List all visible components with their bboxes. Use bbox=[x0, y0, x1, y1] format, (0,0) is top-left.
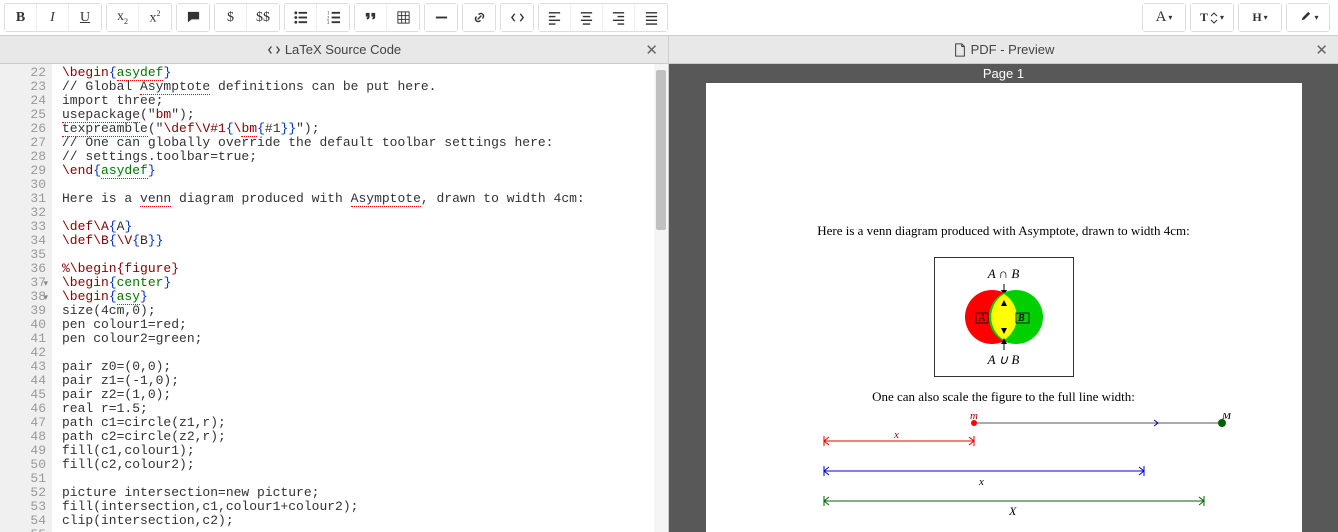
align-right-button[interactable] bbox=[603, 4, 635, 31]
align-left-icon bbox=[547, 10, 562, 25]
svg-text:B: B bbox=[1017, 313, 1025, 324]
svg-text:3: 3 bbox=[326, 21, 329, 25]
line-gutter: 22232425262728293031323334353637▾38▾3940… bbox=[0, 64, 52, 532]
venn-bottom-label: A ∪ B bbox=[935, 352, 1073, 368]
quote-button[interactable] bbox=[355, 4, 387, 31]
line-diagram-svg: m M x bbox=[774, 413, 1234, 523]
venn-figure: A ∩ B A B bbox=[934, 257, 1074, 377]
svg-text:m: m bbox=[970, 413, 978, 422]
align-center-icon bbox=[579, 10, 594, 25]
editor-scrollbar[interactable] bbox=[654, 64, 668, 532]
line-diagram: m M x bbox=[774, 413, 1234, 532]
italic-button[interactable]: I bbox=[37, 4, 69, 31]
code-content[interactable]: \begin{asydef}// Global Asymptote defini… bbox=[52, 64, 668, 532]
close-preview-pane[interactable]: ✕ bbox=[1315, 41, 1328, 59]
close-source-pane[interactable]: ✕ bbox=[645, 41, 658, 59]
font-family-button[interactable]: A▾ bbox=[1143, 4, 1185, 31]
unordered-list-button[interactable] bbox=[285, 4, 317, 31]
brush-icon bbox=[1297, 10, 1312, 25]
table-button[interactable] bbox=[387, 4, 419, 31]
display-math-button[interactable]: $$ bbox=[247, 4, 279, 31]
align-justify-icon bbox=[644, 10, 659, 25]
link-button[interactable] bbox=[463, 4, 495, 31]
inline-math-button[interactable]: $ bbox=[215, 4, 247, 31]
comment-button[interactable] bbox=[177, 4, 209, 31]
link-icon bbox=[472, 10, 487, 25]
source-pane-header: LaTeX Source Code ✕ bbox=[0, 36, 668, 64]
text-size-button[interactable]: T▾ bbox=[1191, 4, 1233, 31]
code-icon bbox=[510, 10, 525, 25]
heading-button[interactable]: H▾ bbox=[1239, 4, 1281, 31]
pdf-text-1: Here is a venn diagram produced with Asy… bbox=[741, 223, 1267, 239]
pdf-viewer[interactable]: Page 1 Here is a venn diagram produced w… bbox=[669, 64, 1338, 532]
format-toolbar: B I U x2 x2 $ $$ 123 bbox=[0, 0, 1338, 36]
editor-scroll-thumb[interactable] bbox=[656, 70, 666, 230]
source-pane: LaTeX Source Code ✕ 22232425262728293031… bbox=[0, 36, 669, 532]
pdf-page: Here is a venn diagram produced with Asy… bbox=[706, 83, 1302, 532]
underline-button[interactable]: U bbox=[69, 4, 101, 31]
preview-pane-header: PDF - Preview ✕ bbox=[669, 36, 1338, 64]
code-editor[interactable]: 22232425262728293031323334353637▾38▾3940… bbox=[0, 64, 668, 532]
code-icon bbox=[267, 43, 281, 57]
comment-icon bbox=[186, 10, 201, 25]
hr-icon bbox=[434, 10, 449, 25]
align-justify-button[interactable] bbox=[635, 4, 667, 31]
preview-pane: PDF - Preview ✕ Page 1 Here is a venn di… bbox=[669, 36, 1338, 532]
svg-text:A: A bbox=[978, 313, 986, 324]
pdf-text-2: One can also scale the figure to the ful… bbox=[741, 389, 1267, 405]
venn-top-label: A ∩ B bbox=[935, 266, 1073, 282]
align-left-button[interactable] bbox=[539, 4, 571, 31]
subscript-button[interactable]: x2 bbox=[107, 4, 139, 31]
preview-pane-title: PDF - Preview bbox=[971, 42, 1055, 57]
ordered-list-button[interactable]: 123 bbox=[317, 4, 349, 31]
svg-text:X: X bbox=[1008, 504, 1017, 518]
superscript-button[interactable]: x2 bbox=[139, 4, 171, 31]
ol-icon: 123 bbox=[326, 10, 341, 25]
source-pane-title: LaTeX Source Code bbox=[285, 42, 401, 57]
bold-button[interactable]: B bbox=[5, 4, 37, 31]
pdf-icon bbox=[953, 43, 967, 57]
brush-button[interactable]: ▾ bbox=[1287, 4, 1329, 31]
svg-text:M: M bbox=[1221, 413, 1232, 422]
quote-icon bbox=[363, 10, 378, 25]
code-button[interactable] bbox=[501, 4, 533, 31]
ul-icon bbox=[293, 10, 308, 25]
hr-button[interactable] bbox=[425, 4, 457, 31]
table-icon bbox=[396, 10, 411, 25]
align-center-button[interactable] bbox=[571, 4, 603, 31]
svg-text:x: x bbox=[978, 476, 984, 488]
svg-text:x: x bbox=[893, 429, 899, 441]
align-right-icon bbox=[611, 10, 626, 25]
page-label: Page 1 bbox=[983, 64, 1024, 83]
venn-svg: A B bbox=[954, 284, 1054, 350]
